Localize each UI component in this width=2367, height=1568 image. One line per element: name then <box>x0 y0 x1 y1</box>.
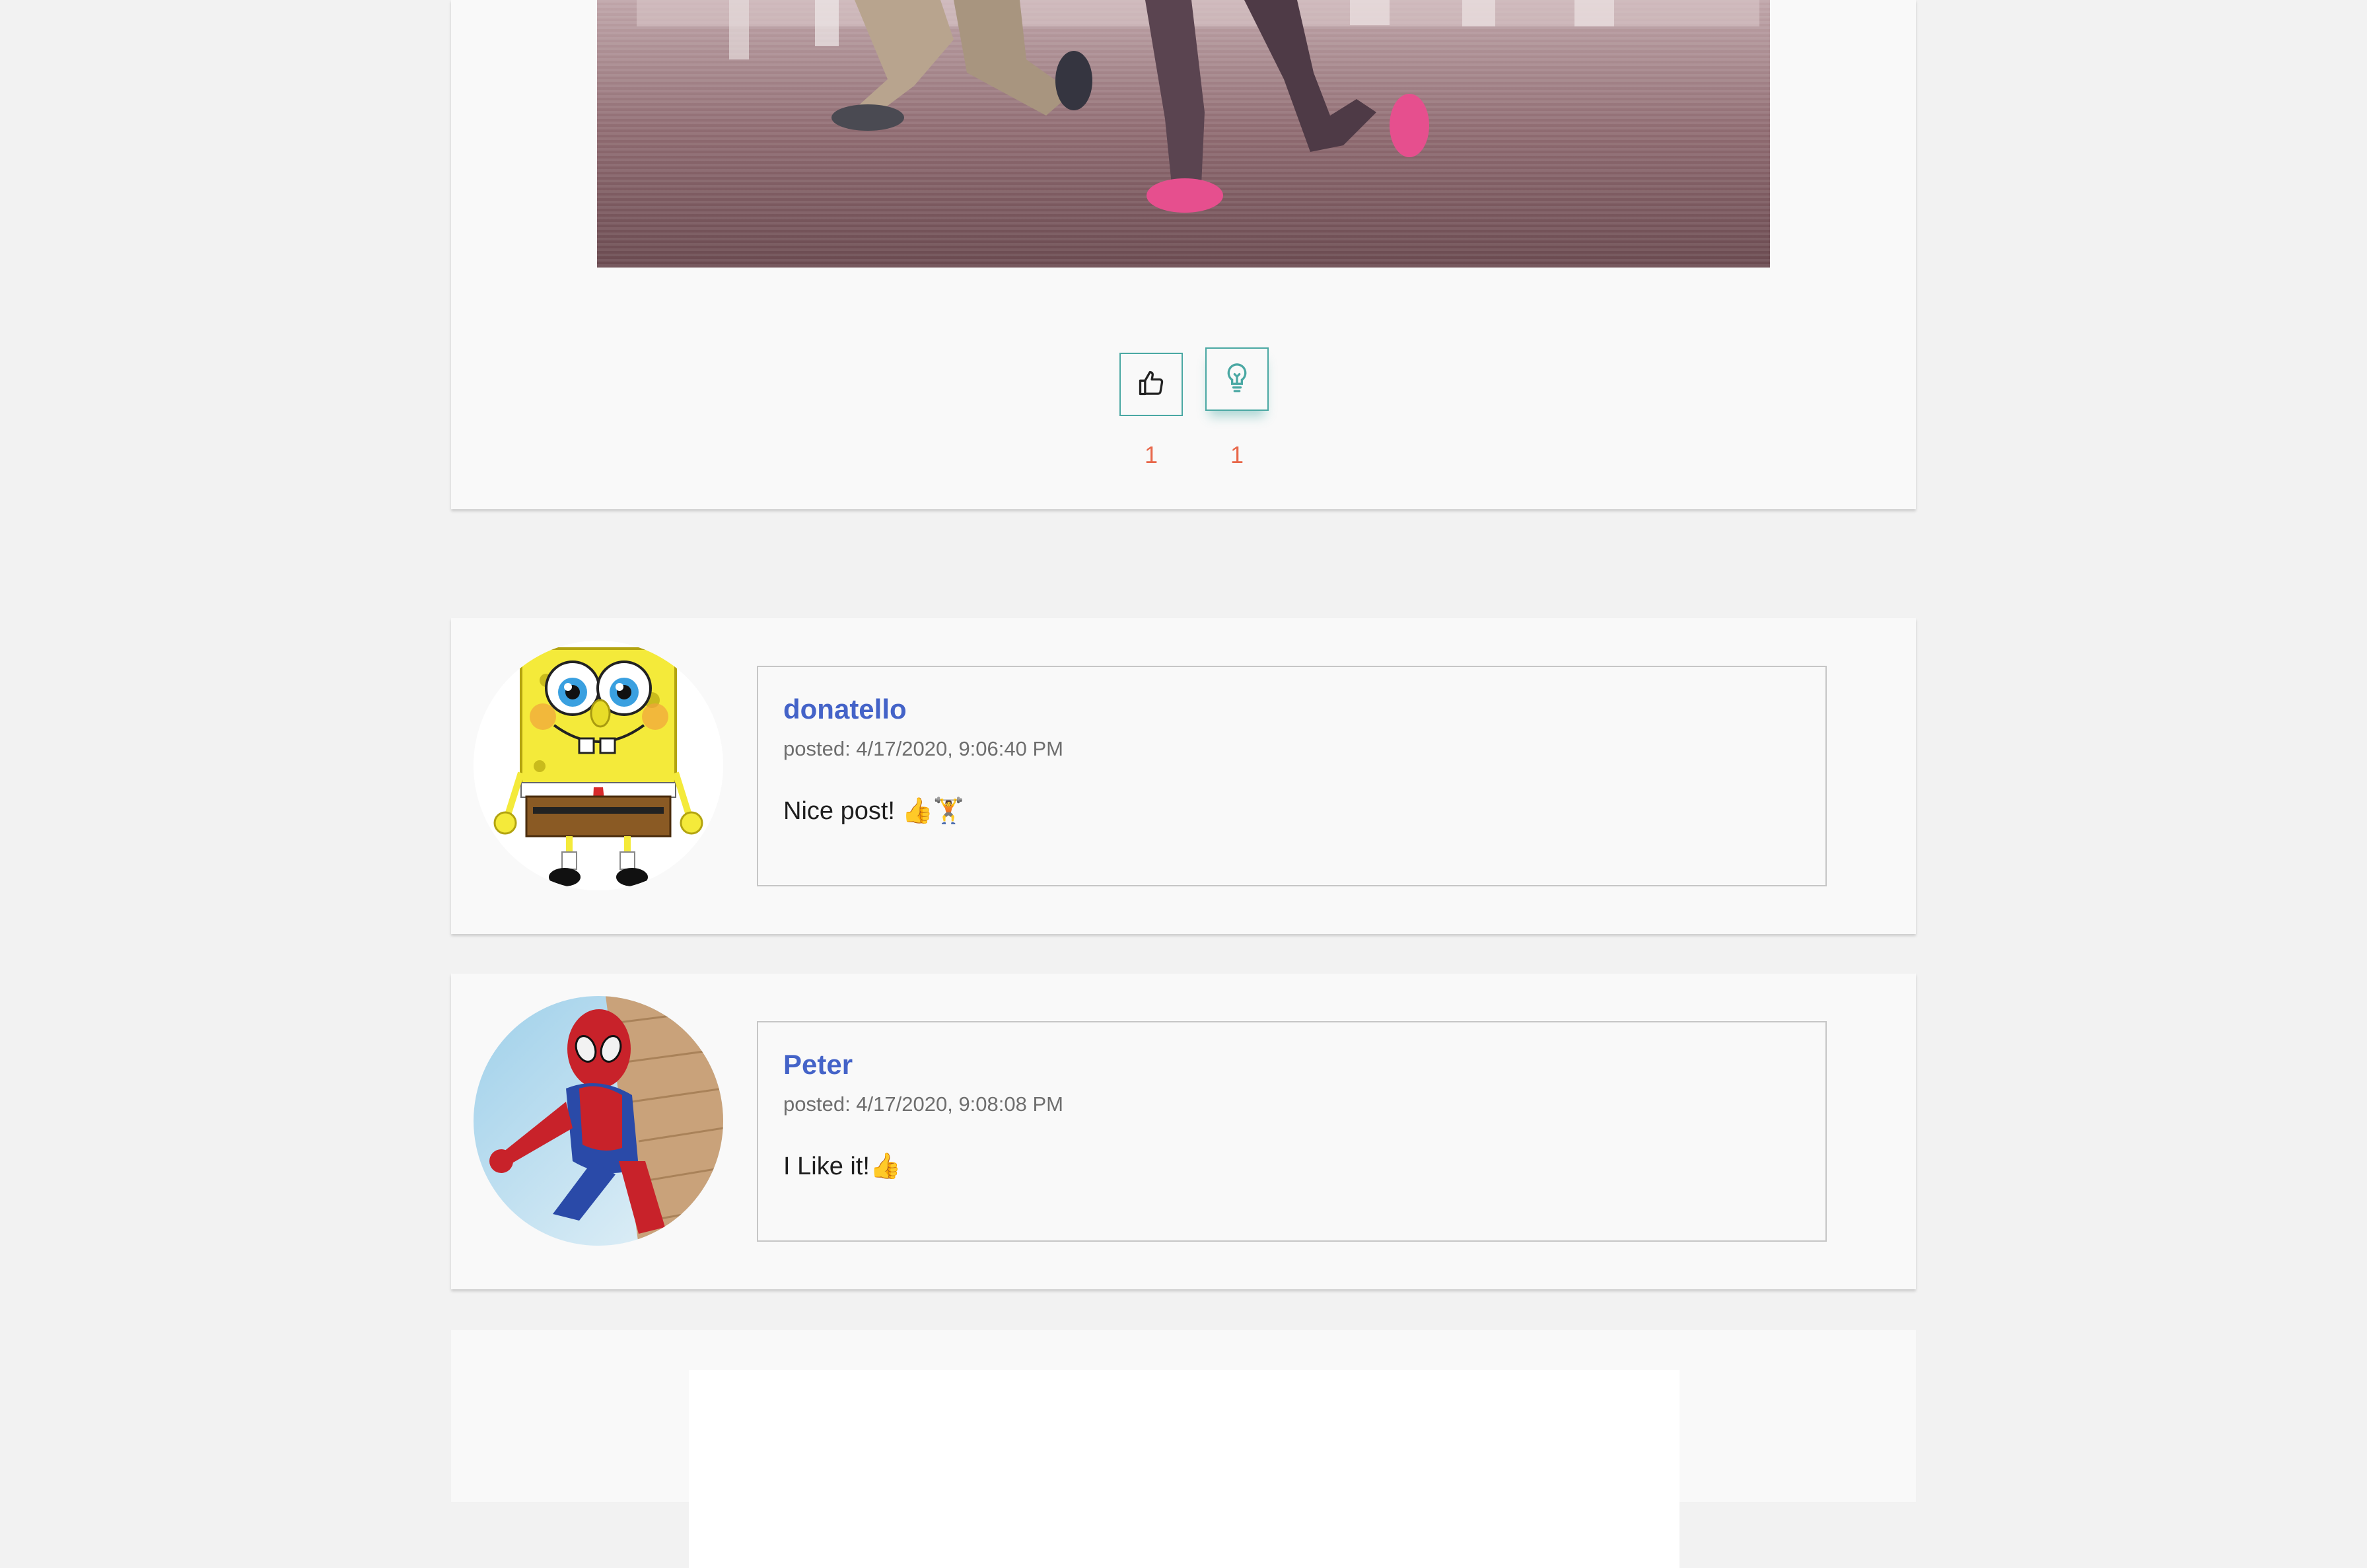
comment-box: donatello posted: 4/17/2020, 9:06:40 PM … <box>757 666 1827 886</box>
comment-date: posted: 4/17/2020, 9:06:40 PM <box>783 737 1063 760</box>
lightbulb-icon <box>1222 362 1252 397</box>
comment-box: Peter posted: 4/17/2020, 9:08:08 PM I Li… <box>757 1021 1827 1242</box>
idea-count: 1 <box>1230 441 1244 468</box>
comment-author[interactable]: Peter <box>783 1049 853 1081</box>
comment-compose-card <box>451 1330 1916 1568</box>
like-button[interactable] <box>1119 353 1183 416</box>
avatar[interactable] <box>474 641 723 890</box>
like-count: 1 <box>1144 441 1158 468</box>
spongebob-avatar <box>474 641 723 890</box>
comment-author[interactable]: donatello <box>783 694 907 725</box>
spiderman-avatar <box>474 996 723 1246</box>
comment-input[interactable] <box>689 1370 1679 1568</box>
comment-card: Peter posted: 4/17/2020, 9:08:08 PM I Li… <box>451 974 1916 1289</box>
idea-button[interactable] <box>1205 347 1269 411</box>
comment-date: posted: 4/17/2020, 9:08:08 PM <box>783 1092 1063 1116</box>
comment-text: I Like it!👍 <box>783 1153 901 1180</box>
comment-text: Nice post! 👍🏋 <box>783 797 965 825</box>
comment-card: donatello posted: 4/17/2020, 9:06:40 PM … <box>451 618 1916 934</box>
thumbs-up-icon <box>1137 369 1166 401</box>
post-image <box>597 0 1770 267</box>
post-card: 1 1 <box>451 0 1916 509</box>
avatar[interactable] <box>474 996 723 1246</box>
